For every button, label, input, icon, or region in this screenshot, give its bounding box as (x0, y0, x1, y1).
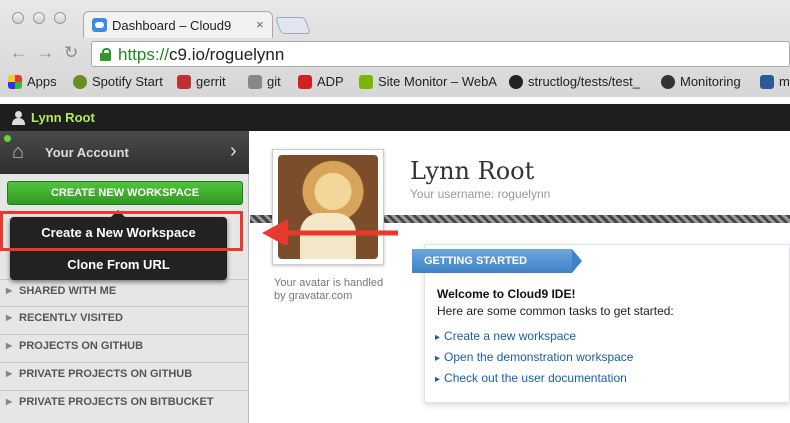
welcome-heading: Welcome to Cloud9 IDE! (437, 287, 576, 301)
address-bar[interactable]: https://c9.io/roguelynn (91, 41, 790, 67)
user-documentation-link[interactable]: ▸ Check out the user documentation (435, 371, 627, 385)
back-icon[interactable]: ← (10, 43, 27, 63)
reload-icon[interactable]: ↻ (64, 43, 78, 63)
home-icon: ⌂ (12, 141, 25, 163)
sidebar-item-private-projects-github[interactable]: PRIVATE PROJECTS ON GITHUB (0, 362, 249, 386)
forward-icon[interactable]: → (37, 43, 54, 63)
profile-name: Lynn Root (410, 157, 535, 185)
online-status-icon (4, 135, 11, 142)
close-window-icon[interactable] (12, 12, 24, 24)
open-demo-workspace-link[interactable]: ▸ Open the demonstration workspace (435, 350, 633, 364)
bookmark-item[interactable]: Monitoring (661, 74, 741, 89)
cloud9-favicon-icon (92, 18, 107, 32)
avatar-caption: Your avatar is handled by gravatar.com (274, 277, 384, 302)
profile-username: Your username: roguelynn (410, 187, 551, 201)
sidebar-item-recently-visited[interactable]: RECENTLY VISITED (0, 306, 249, 330)
browser-tab[interactable]: Dashboard – Cloud9 × (83, 11, 273, 38)
minimize-window-icon[interactable] (33, 12, 45, 24)
person-icon (12, 110, 25, 125)
link-arrow-icon: ▸ (435, 332, 441, 343)
sidebar-item-private-projects-bitbucket[interactable]: PRIVATE PROJECTS ON BITBUCKET (0, 390, 249, 414)
bookmarks-bar: Apps Spotify Start gerrit git ADP Site M… (0, 69, 790, 95)
bookmark-item[interactable]: git (248, 74, 281, 89)
menu-item-clone-from-url[interactable]: Clone From URL (10, 249, 227, 280)
user-menu[interactable]: Lynn Root (12, 110, 95, 125)
url-text: https://c9.io/roguelynn (118, 45, 285, 64)
folder-icon (248, 74, 262, 89)
browser-chrome: Dashboard – Cloud9 × ← → ↻ https://c9.io… (0, 0, 790, 97)
chevron-right-icon: › (230, 140, 237, 162)
app-top-bar: Lynn Root (0, 104, 790, 131)
tab-title: Dashboard – Cloud9 (112, 18, 232, 33)
github-icon (509, 74, 523, 89)
bookmark-icon (760, 74, 774, 89)
create-workspace-link[interactable]: ▸ Create a new workspace (435, 329, 576, 343)
zoom-window-icon[interactable] (54, 12, 66, 24)
bookmark-item[interactable]: Site Monitor – WebA (359, 74, 497, 89)
create-new-workspace-button[interactable]: CREATE NEW WORKSPACE (7, 181, 243, 205)
welcome-subtitle: Here are some common tasks to get starte… (437, 304, 674, 318)
tab-close-icon[interactable]: × (256, 17, 264, 32)
user-name: Lynn Root (31, 110, 95, 125)
annotation-arrow-icon (262, 219, 398, 245)
bookmark-item[interactable]: ADP (298, 74, 344, 89)
account-label: Your Account (45, 145, 129, 160)
bookmark-item[interactable]: gerrit (177, 74, 226, 89)
avatar (272, 149, 384, 265)
main-content: Your avatar is handled by gravatar.com Ly… (250, 131, 790, 423)
link-arrow-icon: ▸ (435, 374, 441, 385)
sidebar-item-shared-with-me[interactable]: SHARED WITH ME (0, 279, 249, 303)
monitoring-icon (661, 74, 675, 89)
sidebar-item-projects-on-github[interactable]: PROJECTS ON GITHUB (0, 334, 249, 358)
bookmark-item[interactable]: Apps (8, 74, 57, 89)
site-monitor-icon (359, 74, 373, 89)
lock-icon (100, 48, 111, 61)
annotation-highlight-box (0, 211, 243, 251)
gerrit-icon (177, 74, 191, 89)
your-account-header[interactable]: ⌂ Your Account › (0, 131, 249, 174)
spotify-icon (73, 74, 87, 89)
bookmark-item[interactable]: structlog/tests/test_ (509, 74, 640, 89)
adp-icon (298, 74, 312, 89)
link-arrow-icon: ▸ (435, 353, 441, 364)
apps-icon (8, 74, 22, 89)
bookmark-item[interactable]: Spotify Start (73, 74, 163, 89)
getting-started-banner: GETTING STARTED (412, 249, 582, 273)
new-tab-button[interactable] (274, 17, 312, 34)
bookmark-item[interactable]: m (760, 74, 790, 89)
